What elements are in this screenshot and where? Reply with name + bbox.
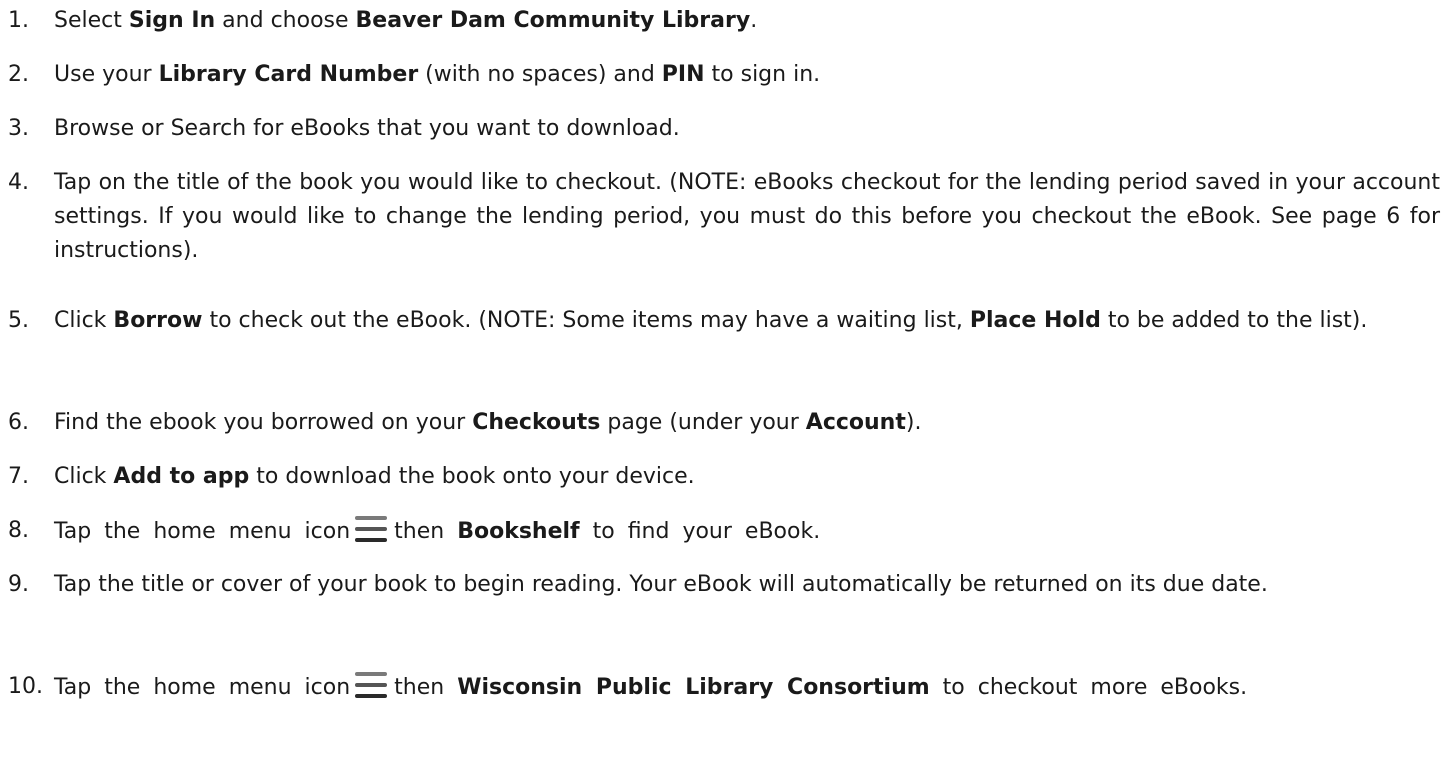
step-text: Click Borrow to check out the eBook. (NO… xyxy=(54,304,1440,338)
step-text-segment: to sign in. xyxy=(704,62,821,87)
step-text-segment: Click xyxy=(54,464,114,489)
step-text-segment: ). xyxy=(905,410,922,435)
step-number: 7. xyxy=(8,464,29,489)
step-9: 9. Tap the title or cover of your book t… xyxy=(8,568,1440,602)
step-text-segment: Click xyxy=(54,308,114,333)
step-text-segment: to find your eBook. xyxy=(579,519,821,544)
step-text: Tap on the title of the book you would l… xyxy=(54,166,1440,268)
step-6: 6. Find the ebook you borrowed on your C… xyxy=(8,406,1440,440)
step-10: 10. Tap the home menu icon then Wisconsin… xyxy=(8,670,1440,705)
step-text-segment: to download the book onto your device. xyxy=(249,464,695,489)
step-number: 4. xyxy=(8,170,29,195)
step-number: 8. xyxy=(8,518,29,543)
bold-term: Account xyxy=(805,410,906,435)
bold-term: Library Card Number xyxy=(158,62,419,87)
step-number: 10. xyxy=(8,674,43,699)
step-text: Tap the title or cover of your book to b… xyxy=(54,568,1440,602)
bold-term: PIN xyxy=(661,62,705,87)
step-text-segment: . xyxy=(750,8,758,33)
step-text-segment: page (under your xyxy=(600,410,806,435)
bold-term: Add to app xyxy=(113,464,250,489)
step-7: 7. Click Add to app to download the book… xyxy=(8,460,1440,494)
step-text-segment: Find the ebook you borrowed on your xyxy=(54,410,473,435)
step-number: 6. xyxy=(8,410,29,435)
bold-term: Place Hold xyxy=(969,308,1101,333)
step-text: Browse or Search for eBooks that you wan… xyxy=(54,112,1440,146)
step-2: 2. Use your Library Card Number (with no… xyxy=(8,58,1440,92)
step-number: 3. xyxy=(8,116,29,141)
step-text-segment: Select xyxy=(54,8,129,33)
step-text-segment: and choose xyxy=(215,8,356,33)
step-number: 9. xyxy=(8,572,29,597)
step-text-segment: Tap the home menu icon xyxy=(54,675,351,700)
bold-term: Sign In xyxy=(128,8,216,33)
step-text: Tap the home menu icon then Bookshelf to … xyxy=(54,514,1440,549)
step-text-segment: to be added to the list). xyxy=(1100,308,1368,333)
step-text-segment: Browse or Search for eBooks that you wan… xyxy=(54,116,680,141)
step-text-segment: (with no spaces) and xyxy=(418,62,662,87)
bold-term: Bookshelf xyxy=(457,519,580,544)
step-text-segment: Use your xyxy=(54,62,159,87)
step-text-segment: Tap on the title of the book you would l… xyxy=(54,170,1440,263)
step-text: Click Add to app to download the book on… xyxy=(54,460,1440,494)
instructions-page: 1. Select Sign In and choose Beaver Dam … xyxy=(0,0,1450,777)
bold-term: Wisconsin Public Library Consortium xyxy=(457,675,930,700)
step-number: 1. xyxy=(8,8,29,33)
step-text-segment: Tap the home menu icon xyxy=(54,519,351,544)
step-3: 3. Browse or Search for eBooks that you … xyxy=(8,112,1440,146)
step-text-segment: Tap the title or cover of your book to b… xyxy=(54,572,1268,597)
step-text-segment: to check out the eBook. (NOTE: Some item… xyxy=(202,308,970,333)
step-text: Use your Library Card Number (with no sp… xyxy=(54,58,1440,92)
step-text-segment: then xyxy=(394,519,458,544)
step-number: 5. xyxy=(8,308,29,333)
step-text: Tap the home menu icon then Wisconsin Pub… xyxy=(54,670,1440,705)
bold-term: Checkouts xyxy=(472,410,601,435)
step-text: Select Sign In and choose Beaver Dam Com… xyxy=(54,4,1440,38)
menu-icon xyxy=(354,514,388,544)
bold-term: Borrow xyxy=(113,308,203,333)
step-text-segment: then xyxy=(394,675,458,700)
step-text-segment: to checkout more eBooks. xyxy=(929,675,1248,700)
step-1: 1. Select Sign In and choose Beaver Dam … xyxy=(8,4,1440,38)
step-number: 2. xyxy=(8,62,29,87)
step-8: 8. Tap the home menu icon then Bookshelf … xyxy=(8,514,1440,549)
menu-icon xyxy=(354,670,388,700)
step-text: Find the ebook you borrowed on your Chec… xyxy=(54,406,1440,440)
step-5: 5. Click Borrow to check out the eBook. … xyxy=(8,304,1440,338)
step-4: 4. Tap on the title of the book you woul… xyxy=(8,166,1440,268)
bold-term: Beaver Dam Community Library xyxy=(355,8,751,33)
